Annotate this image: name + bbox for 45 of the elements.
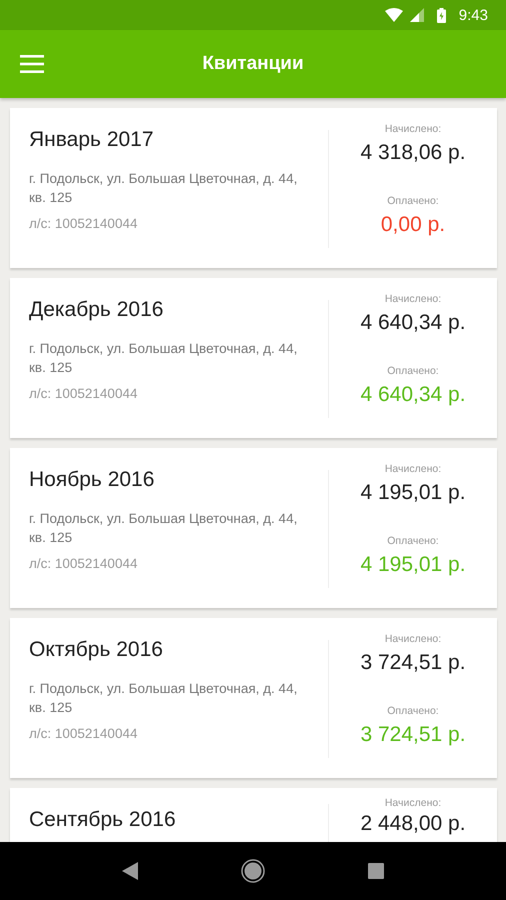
account-number: л/с: 10052140044 — [29, 216, 138, 231]
paid-amount: 3 724,51 р. — [360, 723, 466, 747]
charged-amount: 3 724,51 р. — [360, 651, 466, 675]
paid-amount: 4 640,34 р. — [360, 383, 466, 407]
menu-icon — [20, 55, 44, 73]
receipt-card[interactable]: Сентябрь 2016 Начислено: 2 448,00 р. — [10, 788, 497, 842]
paid-label: Оплачено: — [387, 365, 439, 377]
receipt-card[interactable]: Ноябрь 2016 г. Подольск, ул. Большая Цветочная, д. 44, кв. 125 л/с: 10052140044 Начислено: 4 195,01 р. Оплачено: 4 195,01 р. — [10, 448, 497, 608]
account-number: л/с: 10052140044 — [29, 386, 138, 401]
charged-label: Начислено: — [384, 463, 442, 475]
battery-charging-icon — [436, 8, 446, 22]
address-text: г. Подольск, ул. Большая Цветочная, д. 44, кв. 125 — [29, 340, 298, 377]
home-icon[interactable] — [240, 859, 265, 883]
address-text: г. Подольск, ул. Большая Цветочная, д. 44, кв. 125 — [29, 680, 298, 717]
receipt-period: Январь 2017 — [29, 128, 155, 152]
signal-icon — [410, 8, 424, 22]
wifi-icon — [384, 8, 403, 22]
charged-amount: 4 640,34 р. — [360, 311, 466, 335]
paid-amount: 4 195,01 р. — [360, 553, 466, 577]
account-number: л/с: 10052140044 — [29, 726, 138, 741]
receipt-card[interactable]: Октябрь 2016 г. Подольск, ул. Большая Цветочная, д. 44, кв. 125 л/с: 10052140044 Начислено: 3 724,51 р. Оплачено: 3 724,51 р. — [10, 618, 497, 778]
charged-label: Начислено: — [384, 797, 442, 809]
receipt-card[interactable]: Январь 2017 г. Подольск, ул. Большая Цветочная, д. 44, кв. 125 л/с: 10052140044 Начислено: 4 318,06 р. Оплачено: 0,00 р. — [10, 108, 497, 268]
address-text: г. Подольск, ул. Большая Цветочная, д. 44, кв. 125 — [29, 510, 298, 547]
receipt-card[interactable]: Декабрь 2016 г. Подольск, ул. Большая Цветочная, д. 44, кв. 125 л/с: 10052140044 Начислено: 4 640,34 р. Оплачено: 4 640,34 р. — [10, 278, 497, 438]
clock-time: 9:43 — [458, 6, 488, 24]
charged-label: Начислено: — [384, 633, 442, 645]
recents-icon[interactable] — [368, 863, 384, 879]
screen-title: Квитанции — [202, 53, 304, 75]
paid-label: Оплачено: — [387, 705, 439, 717]
receipt-period: Ноябрь 2016 — [29, 468, 156, 492]
address-text: г. Подольск, ул. Большая Цветочная, д. 44, кв. 125 — [29, 170, 298, 207]
charged-label: Начислено: — [384, 123, 442, 135]
paid-label: Оплачено: — [387, 195, 439, 207]
back-icon[interactable] — [122, 862, 138, 880]
charged-amount: 2 448,00 р. — [360, 812, 466, 836]
account-number: л/с: 10052140044 — [29, 556, 138, 571]
charged-amount: 4 318,06 р. — [360, 141, 466, 165]
receipt-period: Декабрь 2016 — [29, 298, 164, 322]
receipt-period: Сентябрь 2016 — [29, 808, 177, 832]
paid-label: Оплачено: — [387, 535, 439, 547]
receipt-period: Октябрь 2016 — [29, 638, 164, 662]
charged-label: Начислено: — [384, 293, 442, 305]
paid-amount: 0,00 р. — [380, 213, 446, 237]
charged-amount: 4 195,01 р. — [360, 481, 466, 505]
